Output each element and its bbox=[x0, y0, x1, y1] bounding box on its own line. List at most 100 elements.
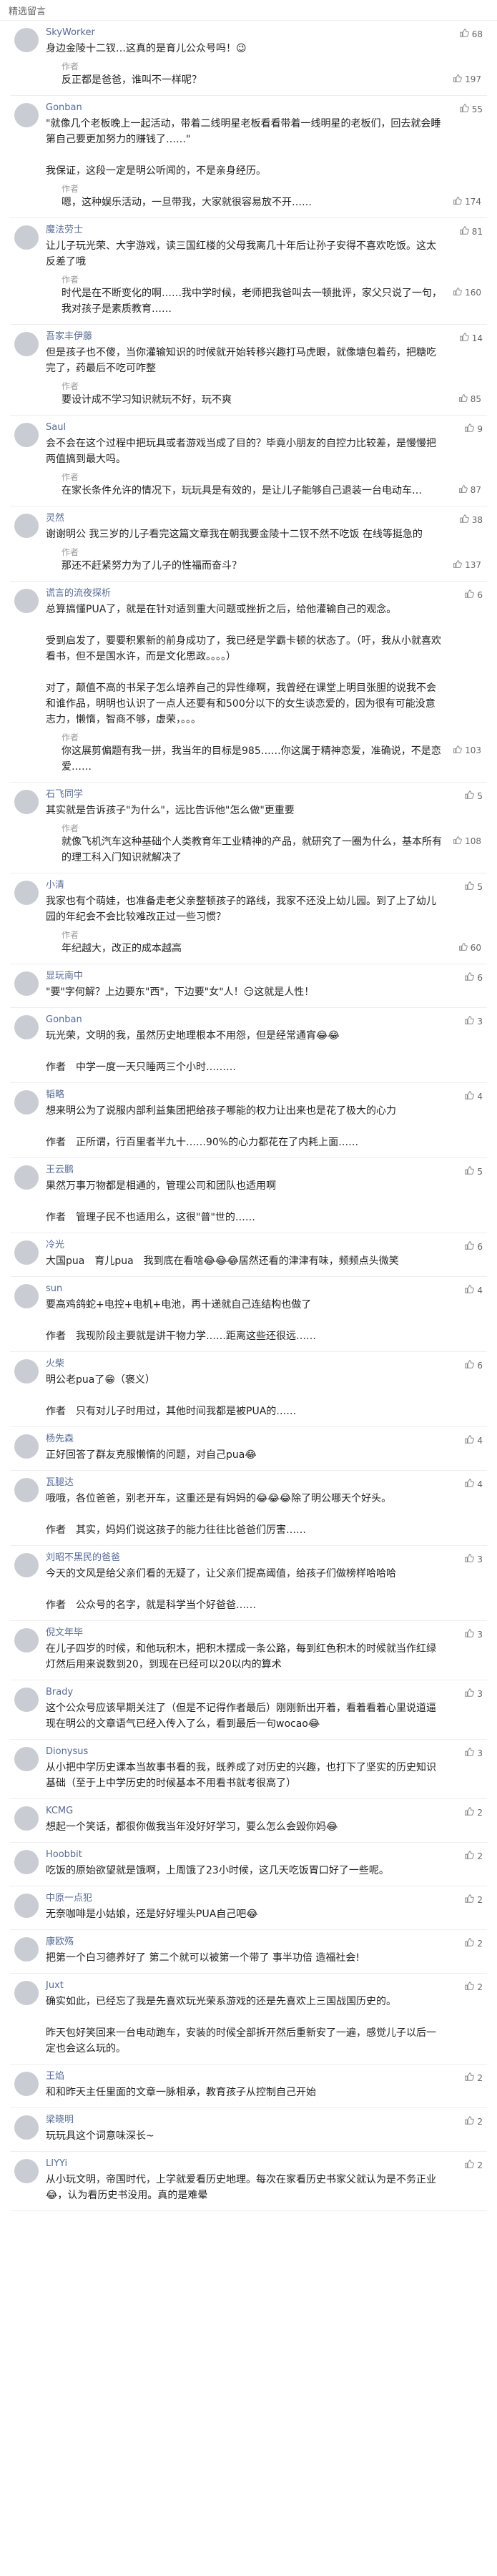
reply-like-button[interactable]: 60 bbox=[458, 942, 481, 954]
avatar[interactable] bbox=[14, 2115, 39, 2140]
avatar[interactable] bbox=[14, 790, 39, 814]
comment-item: 14 吾家丰伊藤但是孩子也不傻，当你灌输知识的时候就开始转移兴趣打马虎眼，就像塘包… bbox=[10, 325, 487, 416]
comment-text: 今天的文风是给父亲们看的无疑了，让父亲们提高阈值，给孩子们做榜样哈哈哈 作者 公… bbox=[46, 1568, 396, 1611]
like-button[interactable]: 5 bbox=[464, 1165, 483, 1177]
like-button[interactable]: 3 bbox=[464, 1688, 483, 1700]
avatar[interactable] bbox=[14, 1359, 39, 1384]
avatar[interactable] bbox=[14, 1090, 39, 1115]
like-button[interactable]: 4 bbox=[464, 1434, 483, 1446]
thumb-up-icon bbox=[464, 1806, 475, 1818]
avatar[interactable] bbox=[14, 1240, 39, 1265]
avatar[interactable] bbox=[14, 1165, 39, 1190]
commenter-name: Gonban bbox=[46, 102, 82, 113]
like-count: 5 bbox=[477, 881, 483, 892]
thumb-up-icon bbox=[464, 1553, 475, 1565]
like-button[interactable]: 9 bbox=[464, 423, 483, 435]
like-button[interactable]: 68 bbox=[459, 28, 483, 40]
avatar[interactable] bbox=[14, 1434, 39, 1459]
comment-item: 81 魔法劳士 让儿子玩光荣、大宇游戏，读三国红楼的父母我离几十年后让孙子安得不喜欢… bbox=[10, 218, 487, 325]
like-button[interactable]: 6 bbox=[464, 589, 483, 601]
avatar[interactable] bbox=[14, 225, 39, 250]
avatar[interactable] bbox=[14, 1015, 39, 1039]
reply-like-button[interactable]: 85 bbox=[458, 393, 481, 405]
comment-item: 68 SkyWorker 身边金陵十二钗…这真的是育儿公众号吗！😉 作者 反正都是爸爸，… bbox=[10, 21, 487, 96]
comment-text: 玩光荣，文明的我，虽然历史地理根本不用怨，但是经常通宵😂😂 作者 中学一度一天只… bbox=[46, 1030, 340, 1073]
like-button[interactable]: 3 bbox=[464, 1553, 483, 1565]
thumb-up-icon bbox=[464, 1850, 475, 1862]
commenter-name: 吾家丰伊藤 bbox=[46, 331, 93, 342]
like-count: 6 bbox=[477, 1360, 483, 1371]
avatar[interactable] bbox=[14, 514, 39, 538]
avatar[interactable] bbox=[14, 1981, 39, 2005]
commenter-name: Hoobbit bbox=[46, 1849, 82, 1860]
like-button[interactable]: 3 bbox=[464, 1747, 483, 1759]
reply-like-button[interactable]: 87 bbox=[458, 484, 481, 496]
avatar[interactable] bbox=[14, 1894, 39, 1918]
avatar[interactable] bbox=[14, 1688, 39, 1712]
author-reply: 作者 时代是在不断变化的啊……我中学时候，老师把我爸叫去一顿批评，家父只说了一句，… bbox=[46, 274, 481, 317]
like-button[interactable]: 6 bbox=[464, 1359, 483, 1371]
like-button[interactable]: 4 bbox=[464, 1284, 483, 1296]
like-button[interactable]: 38 bbox=[459, 514, 483, 526]
reply-like-button[interactable]: 108 bbox=[453, 836, 481, 847]
like-button[interactable]: 2 bbox=[464, 2159, 483, 2171]
like-count: 6 bbox=[477, 972, 483, 983]
like-button[interactable]: 5 bbox=[464, 790, 483, 802]
like-button[interactable]: 14 bbox=[459, 332, 483, 344]
like-button[interactable]: 2 bbox=[464, 2072, 483, 2084]
reply-like-count: 197 bbox=[465, 74, 481, 84]
avatar[interactable] bbox=[14, 1553, 39, 1577]
avatar[interactable] bbox=[14, 423, 39, 447]
thumb-up-icon bbox=[464, 1981, 475, 1993]
avatar[interactable] bbox=[14, 1850, 39, 1874]
avatar[interactable] bbox=[14, 2159, 39, 2183]
avatar[interactable] bbox=[14, 1478, 39, 1502]
like-button[interactable]: 81 bbox=[459, 225, 483, 237]
like-button[interactable]: 2 bbox=[464, 1806, 483, 1818]
avatar[interactable] bbox=[14, 1747, 39, 1771]
reply-like-button[interactable]: 197 bbox=[453, 74, 481, 85]
avatar[interactable] bbox=[14, 332, 39, 356]
avatar[interactable] bbox=[14, 971, 39, 996]
author-tag: 作者 bbox=[61, 381, 79, 391]
avatar[interactable] bbox=[14, 2072, 39, 2096]
like-button[interactable]: 5 bbox=[464, 881, 483, 893]
author-reply: 作者 年纪越大，改正的成本越高 60 bbox=[46, 929, 481, 956]
avatar[interactable] bbox=[14, 1628, 39, 1652]
reply-like-button[interactable]: 137 bbox=[453, 559, 481, 571]
comment-text: 要高鸡鸽蛇+电控+电机+电池，再十递就自己连结构也做了 作者 我现阶段主要就是讲… bbox=[46, 1299, 316, 1342]
reply-like-button[interactable]: 160 bbox=[453, 287, 481, 298]
like-button[interactable]: 4 bbox=[464, 1478, 483, 1490]
avatar[interactable] bbox=[14, 1806, 39, 1831]
comment-item: 2 LIYYi 从小玩文明，帝国时代，上学就爱看历史地理。每次在家看历史书家父就认为… bbox=[10, 2152, 487, 2211]
like-button[interactable]: 2 bbox=[464, 1850, 483, 1862]
like-button[interactable]: 55 bbox=[459, 103, 483, 115]
avatar[interactable] bbox=[14, 1284, 39, 1308]
reply-like-button[interactable]: 103 bbox=[453, 745, 481, 756]
like-button[interactable]: 2 bbox=[464, 1981, 483, 1993]
comment-text: 从小把中学历史课本当故事书看的我，既养成了对历史的兴趣，也打下了坚实的历史知识基… bbox=[46, 1762, 436, 1789]
author-reply: 作者 嗯，这种娱乐活动，一旦带我，大家就很容易放不开…… 174 bbox=[46, 183, 481, 210]
author-tag: 作者 bbox=[61, 733, 79, 743]
like-count: 6 bbox=[477, 1241, 483, 1252]
like-button[interactable]: 2 bbox=[464, 1894, 483, 1906]
like-button[interactable]: 3 bbox=[464, 1628, 483, 1640]
avatar[interactable] bbox=[14, 589, 39, 613]
like-button[interactable]: 2 bbox=[464, 2115, 483, 2127]
avatar[interactable] bbox=[14, 881, 39, 905]
comment-item: 2 Hoobbit 吃饭的原始欲望就是饿啊，上周饿了23小时候，这几天吃饭胃口好了一… bbox=[10, 1843, 487, 1886]
avatar[interactable] bbox=[14, 1937, 39, 1962]
comment-text: 其实就是告诉孩子"为什么"，远比告诉他"怎么做"更重要 bbox=[46, 805, 295, 816]
like-button[interactable]: 3 bbox=[464, 1015, 483, 1027]
thumb-up-icon bbox=[453, 745, 462, 756]
comment-text: 但是孩子也不傻，当你灌输知识的时候就开始转移兴趣打马虎眼，就像塘包着药，把糖吃完… bbox=[46, 347, 436, 374]
like-button[interactable]: 2 bbox=[464, 1937, 483, 1949]
like-button[interactable]: 4 bbox=[464, 1090, 483, 1102]
avatar[interactable] bbox=[14, 103, 39, 127]
avatar[interactable] bbox=[14, 28, 39, 52]
like-button[interactable]: 6 bbox=[464, 971, 483, 984]
like-button[interactable]: 6 bbox=[464, 1240, 483, 1253]
reply-text: 在家长条件允许的情况下，玩玩具是有效的，是让儿子能够自己退装一台电动车… bbox=[61, 485, 422, 496]
author-tag: 作者 bbox=[61, 930, 79, 940]
reply-like-button[interactable]: 174 bbox=[453, 196, 481, 207]
